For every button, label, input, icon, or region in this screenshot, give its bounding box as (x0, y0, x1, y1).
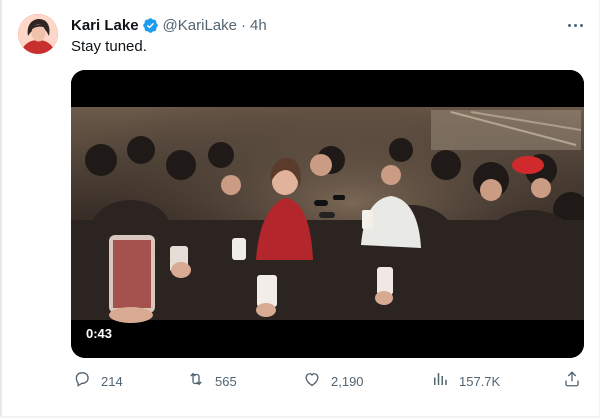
user-handle[interactable]: @KariLake (163, 17, 237, 34)
views-button[interactable]: 157.7K (431, 368, 500, 394)
avatar[interactable] (18, 14, 58, 54)
views-icon (431, 370, 449, 393)
repost-button[interactable]: 565 (187, 368, 237, 394)
video-player[interactable] (71, 70, 584, 358)
share-icon (563, 370, 581, 393)
views-count: 157.7K (459, 373, 501, 389)
separator-dot: · (240, 16, 246, 34)
like-icon (303, 370, 321, 393)
verified-badge-icon (142, 17, 159, 34)
video-duration: 0:43 (86, 326, 113, 341)
share-button[interactable] (563, 368, 581, 394)
like-count: 2,190 (331, 373, 364, 389)
tweet-text: Stay tuned. (71, 38, 147, 55)
more-options-icon[interactable] (565, 16, 585, 34)
reply-count: 214 (101, 373, 123, 389)
repost-count: 565 (215, 373, 237, 389)
repost-icon (187, 370, 205, 393)
left-border (0, 0, 2, 418)
display-name[interactable]: Kari Lake (71, 17, 139, 34)
reply-icon (73, 370, 91, 393)
timestamp[interactable]: 4h (250, 17, 267, 34)
reply-button[interactable]: 214 (73, 368, 123, 394)
like-button[interactable]: 2,190 (303, 368, 364, 394)
tweet-header: Kari Lake @KariLake · 4h (71, 15, 267, 35)
action-bar: 214 565 2,190 157.7K (0, 368, 600, 394)
